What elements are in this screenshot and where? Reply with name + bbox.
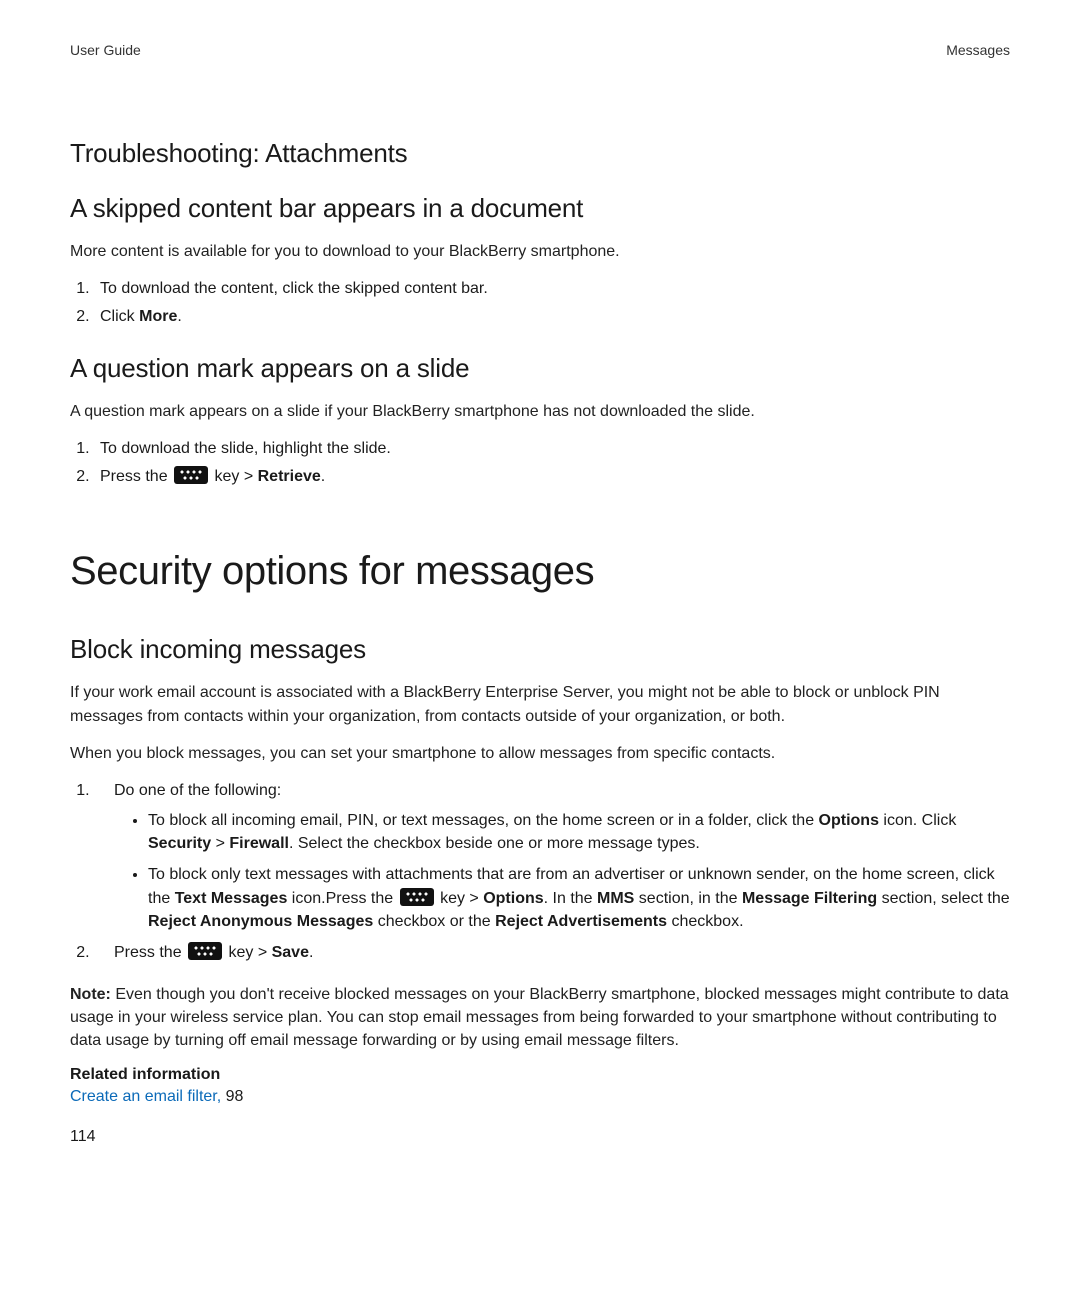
related-info-heading: Related information <box>70 1066 1010 1084</box>
related-link-row: Create an email filter, 98 <box>70 1088 1010 1106</box>
header-right: Messages <box>946 42 1010 58</box>
blackberry-key-icon <box>188 942 222 960</box>
text-bold: Save <box>272 944 309 961</box>
text: checkbox or the <box>373 913 495 930</box>
step-item: Press the key > Retrieve. <box>94 465 1010 489</box>
bullet-item: To block all incoming email, PIN, or tex… <box>148 809 1010 855</box>
step-item: To download the content, click the skipp… <box>94 277 1010 301</box>
bullet-item: To block only text messages with attachm… <box>148 863 1010 933</box>
text-bold: Text Messages <box>175 890 288 907</box>
related-page-ref: 98 <box>221 1088 243 1105</box>
note-body: Even though you don't receive blocked me… <box>70 986 1009 1049</box>
paragraph: More content is available for you to dow… <box>70 240 1010 263</box>
bullet-list: To block all incoming email, PIN, or tex… <box>114 809 1010 933</box>
text: Click <box>100 308 139 325</box>
text-bold: Options <box>819 812 879 829</box>
note-paragraph: Note: Even though you don't receive bloc… <box>70 983 1010 1053</box>
paragraph: A question mark appears on a slide if yo… <box>70 400 1010 423</box>
step-item: Click More. <box>94 305 1010 329</box>
blackberry-key-icon <box>400 888 434 906</box>
text-bold: Options <box>483 890 543 907</box>
text-bold: More <box>139 308 177 325</box>
text: . In the <box>544 890 597 907</box>
text-bold: Retrieve <box>258 468 321 485</box>
text-bold: Reject Anonymous Messages <box>148 913 373 930</box>
text-bold: MMS <box>597 890 634 907</box>
heading-security-options: Security options for messages <box>70 549 1010 594</box>
text: Do one of the following: <box>114 782 281 799</box>
related-link[interactable]: Create an email filter, <box>70 1088 221 1105</box>
paragraph: If your work email account is associated… <box>70 681 1010 727</box>
text: Press the <box>114 944 186 961</box>
text-bold: Firewall <box>229 835 289 852</box>
text: key > <box>224 944 272 961</box>
text: checkbox. <box>667 913 743 930</box>
steps-list: To download the content, click the skipp… <box>70 277 1010 329</box>
heading-question-mark: A question mark appears on a slide <box>70 353 1010 384</box>
page-header: User Guide Messages <box>70 42 1010 58</box>
steps-list: Do one of the following: To block all in… <box>70 779 1010 965</box>
text: > <box>211 835 229 852</box>
step-item: To download the slide, highlight the sli… <box>94 437 1010 461</box>
heading-skipped-content: A skipped content bar appears in a docum… <box>70 193 1010 224</box>
page: User Guide Messages Troubleshooting: Att… <box>0 0 1080 1296</box>
text: . <box>177 308 181 325</box>
text-bold: Message Filtering <box>742 890 877 907</box>
step-item: Do one of the following: To block all in… <box>94 779 1010 933</box>
blackberry-key-icon <box>174 466 208 484</box>
text: . <box>321 468 325 485</box>
steps-list: To download the slide, highlight the sli… <box>70 437 1010 489</box>
text: icon.Press the <box>287 890 397 907</box>
note-label: Note: <box>70 986 111 1003</box>
header-left: User Guide <box>70 42 141 58</box>
text: To block all incoming email, PIN, or tex… <box>148 812 819 829</box>
page-number: 114 <box>70 1128 96 1146</box>
text: icon. Click <box>879 812 956 829</box>
text: key > <box>436 890 484 907</box>
text: . Select the checkbox beside one or more… <box>289 835 700 852</box>
heading-troubleshooting: Troubleshooting: Attachments <box>70 138 1010 169</box>
step-item: Press the key > Save. <box>94 941 1010 965</box>
paragraph: When you block messages, you can set you… <box>70 742 1010 765</box>
text: section, in the <box>634 890 742 907</box>
text-bold: Reject Advertisements <box>495 913 667 930</box>
text: section, select the <box>877 890 1010 907</box>
text: key > <box>210 468 258 485</box>
heading-block-incoming: Block incoming messages <box>70 634 1010 665</box>
text-bold: Security <box>148 835 211 852</box>
text: Press the <box>100 468 172 485</box>
text: . <box>309 944 313 961</box>
